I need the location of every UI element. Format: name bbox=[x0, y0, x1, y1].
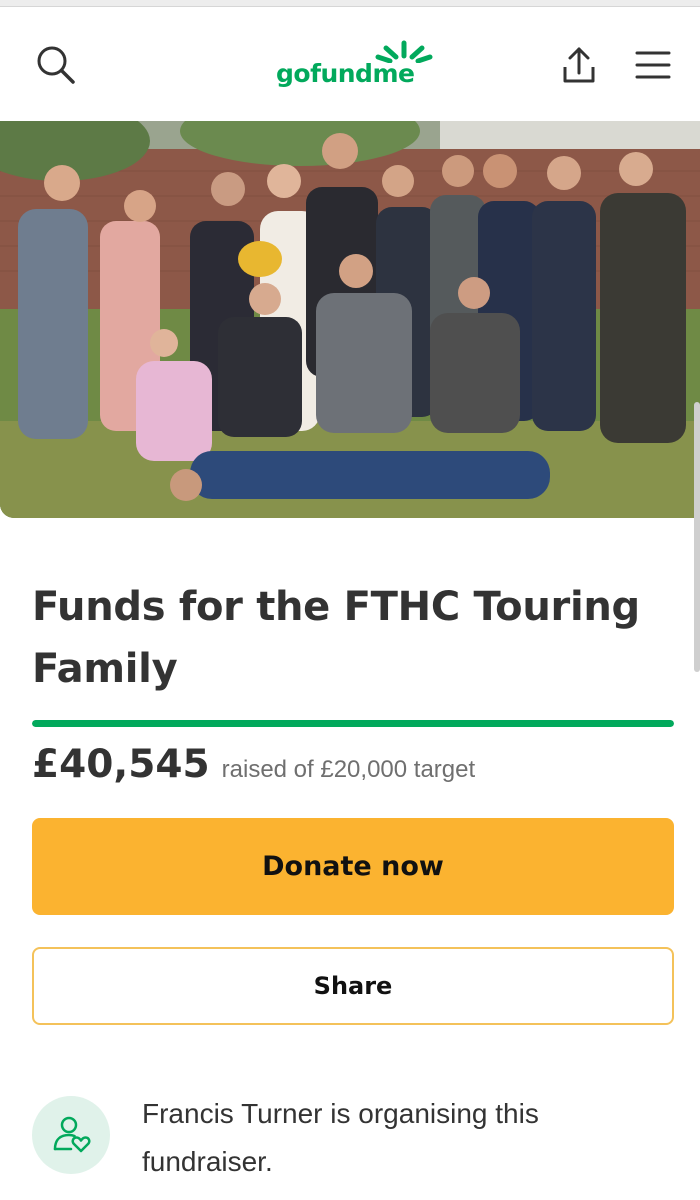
raised-amount: £40,545 bbox=[32, 742, 210, 787]
campaign-title: Funds for the FTHC Touring Family bbox=[32, 584, 640, 692]
funds-raised-summary: £40,545 raised of £20,000 target bbox=[32, 742, 475, 802]
menu-icon bbox=[635, 51, 671, 79]
share-button[interactable]: Share bbox=[32, 947, 674, 1025]
organiser-heart-icon bbox=[53, 1116, 91, 1153]
organiser-text: Francis Turner is organising this fundra… bbox=[142, 1098, 539, 1177]
logo-text: gofundme bbox=[276, 59, 415, 88]
group-photo-illustration bbox=[0, 121, 700, 518]
campaign-hero-photo bbox=[0, 121, 700, 518]
raised-target-text: raised of £20,000 target bbox=[221, 756, 476, 783]
share-upload-button[interactable] bbox=[553, 39, 605, 91]
funding-progress-fill bbox=[32, 720, 674, 727]
funding-progress-bar bbox=[32, 720, 674, 727]
page-scrollbar[interactable] bbox=[694, 402, 700, 672]
search-icon bbox=[37, 46, 75, 84]
browser-top-line bbox=[0, 0, 700, 7]
gofundme-logo[interactable]: gofundme bbox=[268, 40, 438, 95]
organiser-avatar bbox=[32, 1096, 110, 1174]
donate-now-button[interactable]: Donate now bbox=[32, 818, 674, 915]
menu-button[interactable] bbox=[627, 39, 679, 91]
share-upload-icon bbox=[563, 47, 595, 83]
site-header: gofundme bbox=[0, 7, 700, 121]
search-button[interactable] bbox=[30, 39, 82, 91]
